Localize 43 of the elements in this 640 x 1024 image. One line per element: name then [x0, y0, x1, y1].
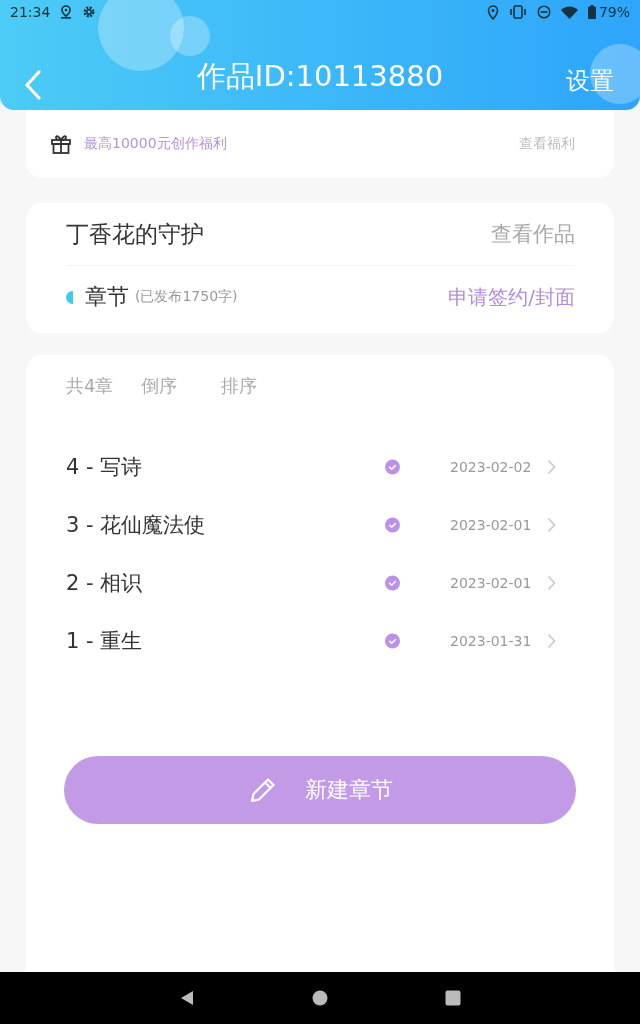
bubble-decoration — [590, 44, 640, 104]
sort-link[interactable]: 排序 — [221, 374, 258, 398]
reverse-order-link[interactable]: 倒序 — [141, 374, 178, 398]
battery-percent: 79% — [598, 4, 630, 20]
section-marker — [66, 290, 73, 304]
chapter-date: 2023-02-02 — [450, 459, 533, 475]
published-count: (已发布1750字) — [135, 288, 239, 306]
battery-icon — [587, 5, 596, 19]
chapter-date: 2023-02-01 — [450, 575, 533, 591]
chevron-right-icon — [547, 575, 556, 591]
settings-link[interactable]: 设置 — [566, 64, 614, 98]
chevron-right-icon — [547, 633, 556, 649]
chapter-date: 2023-01-31 — [450, 633, 533, 649]
vibrate-icon — [508, 5, 527, 19]
section-title: 章节 — [85, 283, 129, 311]
apply-contract-link[interactable]: 申请签约/封面 — [448, 283, 575, 311]
recents-icon[interactable] — [445, 990, 462, 1006]
chapter-title: 3 - 花仙魔法使 — [66, 512, 207, 539]
chapter-row[interactable]: 4 - 写诗 2023-02-02 — [66, 438, 575, 496]
chevron-right-icon — [547, 459, 556, 475]
gift-icon — [50, 133, 72, 155]
chapter-row[interactable]: 3 - 花仙魔法使 2023-02-01 — [66, 496, 575, 554]
page-title: 作品ID:10113880 — [196, 58, 444, 95]
benefit-text: 最高10000元创作福利 — [84, 135, 228, 153]
home-icon[interactable] — [312, 990, 328, 1006]
do-not-disturb-icon — [536, 5, 551, 19]
location-icon — [486, 4, 499, 20]
view-work-link[interactable]: 查看作品 — [491, 220, 575, 248]
chapter-title: 1 - 重生 — [66, 628, 144, 655]
chevron-right-icon — [547, 517, 556, 533]
chapter-date: 2023-02-01 — [450, 517, 533, 533]
work-title: 丁香花的守护 — [66, 219, 205, 249]
new-chapter-button[interactable]: 新建章节 — [64, 756, 576, 824]
chapter-title: 4 - 写诗 — [66, 454, 144, 481]
status-time: 21:34 — [10, 4, 51, 20]
wifi-icon — [560, 5, 578, 19]
chapter-count: 共4章 — [66, 374, 114, 398]
location-icon — [60, 5, 73, 19]
chapter-row[interactable]: 2 - 相识 2023-02-01 — [66, 554, 575, 612]
chapter-row[interactable]: 1 - 重生 2023-01-31 — [66, 612, 575, 670]
chapter-title: 2 - 相识 — [66, 570, 144, 597]
view-benefits-link[interactable]: 查看福利 — [519, 135, 575, 153]
settings-icon — [82, 5, 97, 19]
